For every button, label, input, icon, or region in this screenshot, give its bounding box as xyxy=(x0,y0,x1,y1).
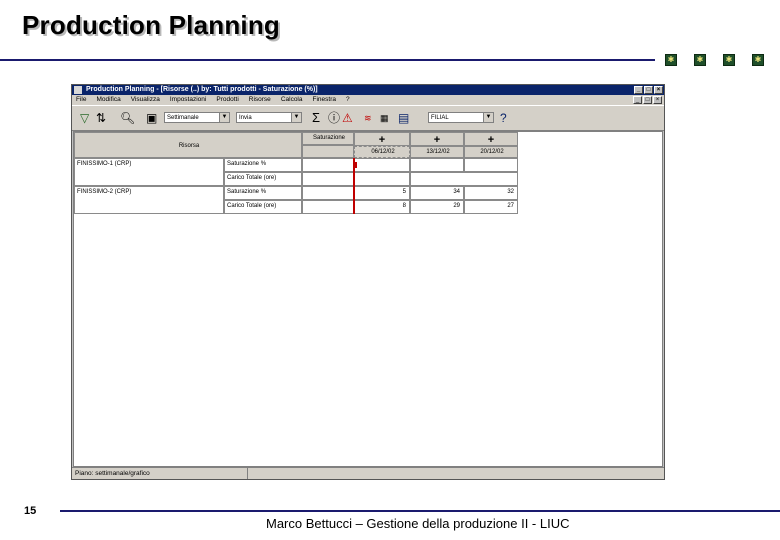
value-cell[interactable]: 34 xyxy=(410,186,464,200)
close-button[interactable]: × xyxy=(654,86,663,94)
menu-bar: File Modifica Visualizza Impostazioni Pr… xyxy=(72,95,664,105)
toolbar: ▽ ⇅ 🔍︎ ▣ Settimanale ▼ Invia ▼ Σ ⓘ ⚠ ≋ ▦… xyxy=(72,105,664,131)
value-cell[interactable] xyxy=(354,158,410,172)
mdi-restore-button[interactable]: □ xyxy=(643,96,652,104)
site-select[interactable]: FILIAL ▼ xyxy=(428,112,494,123)
search-icon[interactable]: 🔍︎ xyxy=(120,111,135,125)
view-select-value: Invia xyxy=(239,115,252,121)
footer-text: Marco Bettucci – Gestione della produzio… xyxy=(266,516,570,531)
period-header[interactable]: 06/12/02 xyxy=(354,146,410,158)
sort-icon[interactable]: ⇅ xyxy=(96,111,106,125)
value-cell[interactable] xyxy=(302,200,354,214)
status-panel xyxy=(248,468,664,479)
period-select[interactable]: Settimanale ▼ xyxy=(164,112,230,123)
star-bullet-icon: ✱ xyxy=(665,54,677,66)
expand-period-1-button[interactable]: + xyxy=(354,132,410,146)
title-rule xyxy=(0,59,655,61)
menu-help[interactable]: ? xyxy=(346,95,350,105)
metric-cell: Carico Totale (ore) xyxy=(224,172,302,186)
value-cell[interactable] xyxy=(354,172,410,186)
info-icon[interactable]: ⓘ xyxy=(328,111,340,125)
decorative-bullets: ✱ ✱ ✱ ✱ xyxy=(665,54,764,66)
star-bullet-icon: ✱ xyxy=(694,54,706,66)
metric-cell: Carico Totale (ore) xyxy=(224,200,302,214)
value-cell[interactable]: 27 xyxy=(464,200,518,214)
help-icon[interactable]: ? xyxy=(500,111,507,125)
menu-finestra[interactable]: Finestra xyxy=(313,95,336,105)
period-header[interactable]: 13/12/02 xyxy=(410,146,464,158)
value-cell[interactable] xyxy=(410,158,464,172)
menu-risorse[interactable]: Risorse xyxy=(249,95,271,105)
minimize-button[interactable]: _ xyxy=(634,86,643,94)
site-select-value: FILIAL xyxy=(431,115,449,121)
calculator-icon[interactable]: ▤ xyxy=(398,111,409,125)
app-icon xyxy=(74,86,82,94)
metric-cell: Saturazione % xyxy=(224,158,302,172)
mdi-minimize-button[interactable]: _ xyxy=(633,96,642,104)
value-cell[interactable] xyxy=(464,158,518,172)
star-bullet-icon: ✱ xyxy=(723,54,735,66)
value-cell[interactable] xyxy=(302,158,354,172)
chart-icon[interactable]: ≋ xyxy=(364,111,372,125)
warning-icon[interactable]: ⚠ xyxy=(342,111,353,125)
window-title: Production Planning - [Risorse (..) by: … xyxy=(86,86,318,93)
current-period-tick xyxy=(355,162,357,168)
print-icon[interactable]: ▣ xyxy=(146,111,157,125)
menu-modifica[interactable]: Modifica xyxy=(96,95,120,105)
value-cell[interactable] xyxy=(302,186,354,200)
window-titlebar[interactable]: Production Planning - [Risorse (..) by: … xyxy=(72,85,664,95)
menu-file[interactable]: File xyxy=(76,95,86,105)
page-number: 15 xyxy=(24,505,37,517)
value-cell[interactable] xyxy=(410,172,518,186)
value-cell[interactable]: 5 xyxy=(354,186,410,200)
menu-impostazioni[interactable]: Impostazioni xyxy=(170,95,207,105)
metric-cell: Saturazione % xyxy=(224,186,302,200)
value-cell[interactable] xyxy=(302,172,354,186)
filter-header-blank xyxy=(302,145,354,158)
mdi-close-button[interactable]: × xyxy=(653,96,662,104)
value-cell[interactable]: 8 xyxy=(354,200,410,214)
period-header[interactable]: 20/12/02 xyxy=(464,146,518,158)
status-bar: Piano: settimanale/grafico xyxy=(72,467,664,479)
chevron-down-icon: ▼ xyxy=(483,113,493,122)
resource-cell: FINISSIMO-2 (CRP) xyxy=(74,186,224,214)
period-select-value: Settimanale xyxy=(167,115,199,121)
maximize-button[interactable]: □ xyxy=(644,86,653,94)
view-select[interactable]: Invia ▼ xyxy=(236,112,302,123)
value-cell[interactable]: 29 xyxy=(410,200,464,214)
chevron-down-icon: ▼ xyxy=(219,113,229,122)
planning-grid-area: Risorsa Saturazione + + + 06/12/02 13/12… xyxy=(73,131,663,467)
app-window: Production Planning - [Risorse (..) by: … xyxy=(71,84,665,480)
grid-icon[interactable]: ▦ xyxy=(380,111,389,125)
resource-cell: FINISSIMO-1 (CRP) xyxy=(74,158,224,186)
menu-calcola[interactable]: Calcola xyxy=(281,95,303,105)
status-text: Piano: settimanale/grafico xyxy=(72,468,248,479)
slide-title: Production Planning xyxy=(22,10,281,40)
star-bullet-icon: ✱ xyxy=(752,54,764,66)
expand-period-3-button[interactable]: + xyxy=(464,132,518,146)
corner-header: Risorsa xyxy=(74,132,302,158)
menu-prodotti[interactable]: Prodotti xyxy=(216,95,238,105)
sum-icon[interactable]: Σ xyxy=(312,111,320,125)
filter-icon[interactable]: ▽ xyxy=(80,111,89,125)
filter-header: Saturazione xyxy=(302,132,354,145)
menu-visualizza[interactable]: Visualizza xyxy=(131,95,160,105)
footer-rule xyxy=(60,510,780,512)
chevron-down-icon: ▼ xyxy=(291,113,301,122)
value-cell[interactable]: 32 xyxy=(464,186,518,200)
expand-period-2-button[interactable]: + xyxy=(410,132,464,146)
